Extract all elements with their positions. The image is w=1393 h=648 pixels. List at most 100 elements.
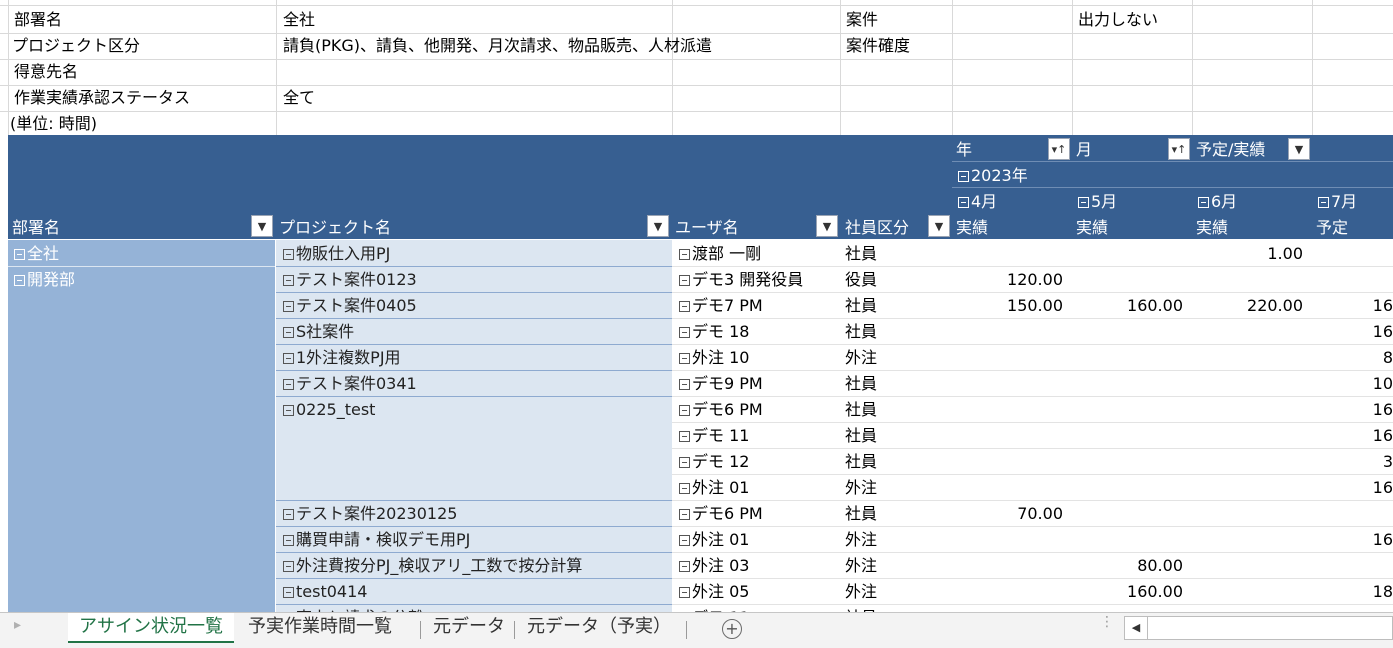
user-cell[interactable]: 外注 10	[679, 345, 749, 371]
value-cell-apr[interactable]: 150.00	[952, 293, 1063, 319]
scroll-left-icon[interactable]: ◀	[1125, 617, 1148, 639]
user-cell[interactable]: デモ6 PM	[679, 397, 763, 423]
value-cell-jun[interactable]	[1192, 579, 1303, 605]
employee-type-cell[interactable]: 外注	[845, 345, 877, 371]
department-filter-button[interactable]: ▼	[251, 215, 273, 237]
value-cell-jul[interactable]: 16	[1312, 397, 1393, 423]
employee-type-cell[interactable]: 社員	[845, 293, 877, 319]
year-field-label[interactable]: 年	[956, 137, 972, 163]
value-cell-apr[interactable]	[952, 553, 1063, 579]
value-cell-jul[interactable]: 16	[1312, 293, 1393, 319]
user-cell[interactable]: デモ6 PM	[679, 501, 763, 527]
user-cell[interactable]: デモ7 PM	[679, 293, 763, 319]
filter-label-department[interactable]: 部署名	[14, 7, 62, 33]
value-cell-jul[interactable]: 3	[1312, 449, 1393, 475]
filter-value-department[interactable]: 全社	[283, 7, 315, 33]
collapse-icon[interactable]	[958, 171, 969, 182]
value-cell-jul[interactable]: 8	[1312, 345, 1393, 371]
filter-label-case[interactable]: 案件	[846, 7, 878, 33]
department-cell[interactable]: 開発部	[14, 267, 75, 293]
collapse-icon[interactable]	[283, 509, 294, 520]
tab-plan-actual-hours[interactable]: 予実作業時間一覧	[248, 613, 392, 641]
collapse-icon[interactable]	[283, 275, 294, 286]
project-cell[interactable]: 0225_test	[283, 397, 375, 423]
employee-type-cell[interactable]: 社員	[845, 605, 877, 612]
collapse-icon[interactable]	[679, 327, 690, 338]
employee-type-cell[interactable]: 社員	[845, 449, 877, 475]
employee-type-cell[interactable]: 外注	[845, 475, 877, 501]
value-cell-apr[interactable]	[952, 397, 1063, 423]
value-cell-may[interactable]	[1072, 397, 1183, 423]
tab-source-data-plan-actual[interactable]: 元データ（予実）	[527, 613, 671, 641]
employee-type-filter-button[interactable]: ▼	[928, 215, 950, 237]
employee-type-cell[interactable]: 社員	[845, 423, 877, 449]
collapse-icon[interactable]	[1198, 197, 1209, 208]
project-cell[interactable]: 外注費按分PJ_検収アリ_工数で按分計算	[283, 553, 582, 579]
filter-value-approval-status[interactable]: 全て	[283, 85, 315, 111]
value-cell-may[interactable]	[1072, 501, 1183, 527]
project-cell[interactable]: 物販仕入用PJ	[283, 241, 390, 267]
month-header-jun[interactable]: 6月	[1198, 189, 1237, 215]
value-cell-apr[interactable]: 70.00	[952, 501, 1063, 527]
user-cell[interactable]: デモ 12	[679, 449, 749, 475]
value-cell-may[interactable]	[1072, 527, 1183, 553]
collapse-icon[interactable]	[679, 483, 690, 494]
collapse-icon[interactable]	[679, 353, 690, 364]
collapse-icon[interactable]	[679, 457, 690, 468]
plan-actual-field-label[interactable]: 予定/実績	[1196, 137, 1265, 163]
value-cell-apr[interactable]	[952, 241, 1063, 267]
project-cell[interactable]: テスト案件0405	[283, 293, 417, 319]
value-cell-jun[interactable]	[1192, 449, 1303, 475]
value-cell-jun[interactable]	[1192, 605, 1303, 612]
collapse-icon[interactable]	[283, 405, 294, 416]
value-cell-jul[interactable]: 16	[1312, 475, 1393, 501]
value-cell-may[interactable]	[1072, 475, 1183, 501]
month-header-apr[interactable]: 4月	[958, 189, 997, 215]
collapse-icon[interactable]	[283, 561, 294, 572]
collapse-icon[interactable]	[14, 275, 25, 286]
filter-label-case-certainty[interactable]: 案件確度	[846, 33, 910, 59]
collapse-icon[interactable]	[283, 301, 294, 312]
user-cell[interactable]: デモ9 PM	[679, 371, 763, 397]
collapse-icon[interactable]	[283, 587, 294, 598]
row-field-project[interactable]: プロジェクト名	[279, 215, 391, 241]
collapse-icon[interactable]	[958, 197, 969, 208]
value-cell-jun[interactable]	[1192, 475, 1303, 501]
value-cell-jun[interactable]	[1192, 553, 1303, 579]
value-cell-jul[interactable]: 16	[1312, 527, 1393, 553]
value-cell-jun[interactable]	[1192, 501, 1303, 527]
value-cell-apr[interactable]	[952, 527, 1063, 553]
value-cell-jul[interactable]: 10	[1312, 371, 1393, 397]
value-cell-apr[interactable]	[952, 475, 1063, 501]
value-cell-may[interactable]	[1072, 371, 1183, 397]
collapse-icon[interactable]	[679, 405, 690, 416]
value-cell-jul[interactable]	[1312, 267, 1393, 293]
horizontal-scrollbar[interactable]: ◀	[1124, 616, 1393, 640]
project-cell[interactable]: テスト案件0123	[283, 267, 417, 293]
user-cell[interactable]: 外注 01	[679, 527, 749, 553]
value-cell-may[interactable]	[1072, 319, 1183, 345]
value-cell-jul[interactable]	[1312, 501, 1393, 527]
collapse-icon[interactable]	[1078, 197, 1089, 208]
collapse-icon[interactable]	[14, 249, 25, 260]
employee-type-cell[interactable]: 社員	[845, 319, 877, 345]
collapse-icon[interactable]	[283, 353, 294, 364]
value-cell-jul[interactable]	[1312, 605, 1393, 612]
value-cell-jun[interactable]	[1192, 267, 1303, 293]
value-cell-jun[interactable]	[1192, 527, 1303, 553]
value-cell-may[interactable]	[1072, 267, 1183, 293]
value-cell-jun[interactable]	[1192, 371, 1303, 397]
value-cell-apr[interactable]: 120.00	[952, 267, 1063, 293]
collapse-icon[interactable]	[679, 535, 690, 546]
value-cell-may[interactable]	[1072, 605, 1183, 612]
employee-type-cell[interactable]: 社員	[845, 501, 877, 527]
collapse-icon[interactable]	[283, 379, 294, 390]
collapse-icon[interactable]	[283, 327, 294, 338]
month-header-jul[interactable]: 7月	[1318, 189, 1357, 215]
employee-type-cell[interactable]: 外注	[845, 527, 877, 553]
project-cell[interactable]: 1外注複数PJ用	[283, 345, 401, 371]
user-cell[interactable]: デモ 11	[679, 605, 749, 612]
year-sort-button[interactable]: ▾↑	[1048, 138, 1070, 160]
collapse-icon[interactable]	[679, 509, 690, 520]
filter-label-customer[interactable]: 得意先名	[14, 59, 78, 85]
